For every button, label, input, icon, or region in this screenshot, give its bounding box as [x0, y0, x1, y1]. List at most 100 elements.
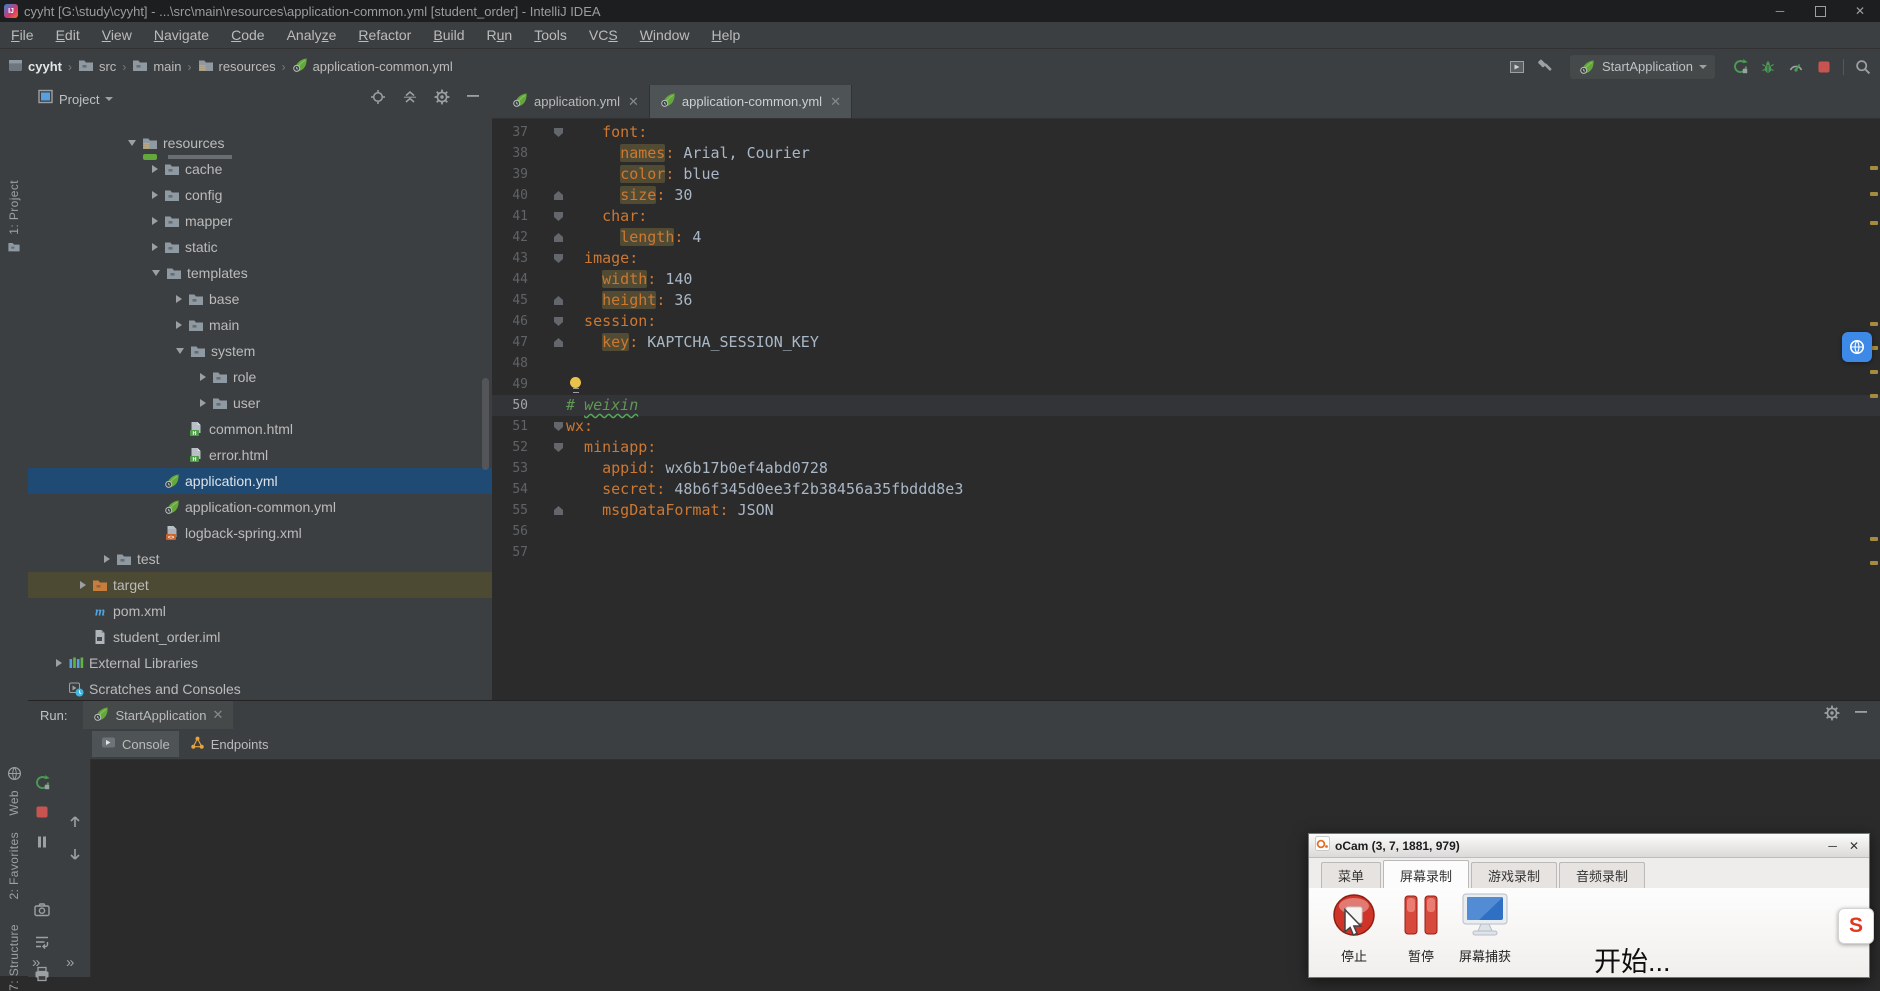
- project-view-select[interactable]: Project: [59, 92, 99, 107]
- breadcrumb-item-cyyht[interactable]: cyyht: [8, 58, 62, 76]
- expand-arrow-icon[interactable]: [152, 243, 158, 251]
- expand-arrow-icon[interactable]: [80, 581, 86, 589]
- expand-arrow-icon[interactable]: [56, 659, 62, 667]
- menu-item-build[interactable]: Build: [422, 22, 475, 48]
- more-actions-chevron[interactable]: »: [66, 954, 74, 971]
- fold-marker-icon[interactable]: [554, 443, 563, 452]
- tree-item-system[interactable]: system: [28, 338, 492, 364]
- run-view-tab-console[interactable]: Console: [92, 731, 179, 757]
- menu-item-edit[interactable]: Edit: [45, 22, 91, 48]
- build-icon[interactable]: [1536, 58, 1554, 76]
- tree-item-scratches-and-consoles[interactable]: Scratches and Consoles: [28, 676, 492, 700]
- close-icon[interactable]: ✕: [830, 94, 841, 110]
- expand-arrow-icon[interactable]: [176, 348, 184, 354]
- locate-file-icon[interactable]: [370, 89, 386, 110]
- code-editor-area[interactable]: 37 font: 38 names: Arial, Courier 39 color…: [492, 118, 1880, 727]
- menu-item-run[interactable]: Run: [476, 22, 524, 48]
- tree-item-main[interactable]: main: [28, 312, 492, 338]
- hide-run-panel-icon[interactable]: [1854, 705, 1868, 726]
- tree-item-target[interactable]: target: [28, 572, 492, 598]
- stripe-structure-button[interactable]: 7: Structure: [0, 924, 28, 991]
- tree-item-logback-spring-xml[interactable]: <> logback-spring.xml: [28, 520, 492, 546]
- editor-tab-application-yml[interactable]: application.yml ✕: [502, 85, 650, 118]
- tree-item-error-html[interactable]: Herror.html: [28, 442, 492, 468]
- expand-arrow-icon[interactable]: [128, 140, 136, 146]
- close-button[interactable]: ✕: [1840, 0, 1880, 22]
- menu-item-view[interactable]: View: [91, 22, 143, 48]
- fold-marker-icon[interactable]: [554, 338, 563, 347]
- close-icon[interactable]: ✕: [628, 94, 639, 110]
- intention-bulb-icon[interactable]: [570, 377, 582, 393]
- tree-item-test[interactable]: test: [28, 546, 492, 572]
- sogou-tray-icon[interactable]: S: [1838, 908, 1874, 944]
- menu-item-analyze[interactable]: Analyze: [276, 22, 348, 48]
- expand-arrow-icon[interactable]: [152, 191, 158, 199]
- rerun-console-icon[interactable]: [33, 773, 51, 791]
- run-view-tab-endpoints[interactable]: Endpoints: [181, 731, 278, 757]
- expand-arrow-icon[interactable]: [152, 270, 160, 276]
- fold-marker-icon[interactable]: [554, 212, 563, 221]
- fold-marker-icon[interactable]: [554, 233, 563, 242]
- menu-item-vcs[interactable]: VCS: [578, 22, 629, 48]
- tree-item-pom-xml[interactable]: m pom.xml: [28, 598, 492, 624]
- expand-arrow-icon[interactable]: [200, 399, 206, 407]
- tree-item-role[interactable]: role: [28, 364, 492, 390]
- up-arrow-icon[interactable]: [66, 813, 84, 831]
- tree-item-base[interactable]: base: [28, 286, 492, 312]
- fold-marker-icon[interactable]: [554, 128, 563, 137]
- stopred-console-icon[interactable]: [33, 803, 51, 821]
- tree-item-application-common-yml[interactable]: application-common.yml: [28, 494, 492, 520]
- tree-item-user[interactable]: user: [28, 390, 492, 416]
- maximize-button[interactable]: [1800, 0, 1840, 22]
- menu-item-navigate[interactable]: Navigate: [143, 22, 220, 48]
- tree-item-external-libraries[interactable]: External Libraries: [28, 650, 492, 676]
- search-everywhere-icon[interactable]: [1854, 58, 1872, 76]
- menu-item-code[interactable]: Code: [220, 22, 275, 48]
- expand-arrow-icon[interactable]: [104, 555, 110, 563]
- debug-button[interactable]: [1759, 58, 1777, 76]
- project-tree[interactable]: resources cache config mapper static template…: [28, 122, 492, 700]
- expand-arrow-icon[interactable]: [176, 321, 182, 329]
- ocam-tab-屏幕录制[interactable]: 屏幕录制: [1383, 860, 1470, 889]
- stripe-favorites-button[interactable]: 2: Favorites: [0, 832, 28, 900]
- stripe-project-button[interactable]: 1: Project: [0, 180, 28, 259]
- tree-item-mapper[interactable]: mapper: [28, 208, 492, 234]
- close-icon[interactable]: ✕: [213, 707, 224, 723]
- expand-arrow-icon[interactable]: [152, 165, 158, 173]
- down-arrow-icon[interactable]: [66, 845, 84, 863]
- expand-arrow-icon[interactable]: [176, 295, 182, 303]
- settings-gear-icon[interactable]: [434, 89, 450, 110]
- tree-item-application-yml[interactable]: application.yml: [28, 468, 492, 494]
- more-tool-windows-chevron[interactable]: »: [32, 954, 40, 971]
- tree-item-config[interactable]: config: [28, 182, 492, 208]
- menu-item-help[interactable]: Help: [701, 22, 752, 48]
- ocam-tab-音频录制[interactable]: 音频录制: [1559, 862, 1646, 888]
- run-config-tab[interactable]: StartApplication ✕: [83, 701, 234, 729]
- minimize-button[interactable]: ─: [1760, 0, 1800, 22]
- menu-item-tools[interactable]: Tools: [523, 22, 578, 48]
- fold-marker-icon[interactable]: [554, 422, 563, 431]
- ocam-button-暂停[interactable]: 暂停: [1401, 892, 1441, 965]
- menu-item-refactor[interactable]: Refactor: [347, 22, 422, 48]
- run-settings-gear-icon[interactable]: [1824, 705, 1840, 726]
- stop-button[interactable]: [1815, 58, 1833, 76]
- collapse-all-icon[interactable]: [402, 89, 418, 110]
- fold-marker-icon[interactable]: [554, 254, 563, 263]
- stripe-web-button[interactable]: Web: [0, 766, 28, 816]
- hide-panel-icon[interactable]: [466, 89, 480, 110]
- profiler-button[interactable]: [1787, 58, 1805, 76]
- chevron-down-icon[interactable]: [105, 97, 114, 101]
- fold-marker-icon[interactable]: [554, 506, 563, 515]
- breadcrumb-item-src[interactable]: src: [78, 58, 116, 76]
- tree-item-templates[interactable]: templates: [28, 260, 492, 286]
- wrap-console-icon[interactable]: [33, 933, 51, 951]
- run-configuration-select[interactable]: StartApplication: [1569, 54, 1715, 79]
- expand-arrow-icon[interactable]: [200, 373, 206, 381]
- ocam-close-button[interactable]: ✕: [1849, 839, 1859, 853]
- breadcrumb-item-application-common-yml[interactable]: application-common.yml: [292, 57, 453, 76]
- fold-marker-icon[interactable]: [554, 317, 563, 326]
- ocam-title-bar[interactable]: oCam (3, 7, 1881, 979) ─ ✕: [1309, 834, 1869, 858]
- toolwindow-icon[interactable]: [1508, 58, 1526, 76]
- breadcrumb-item-resources[interactable]: resources: [198, 58, 276, 76]
- breadcrumb-item-main[interactable]: main: [132, 58, 182, 76]
